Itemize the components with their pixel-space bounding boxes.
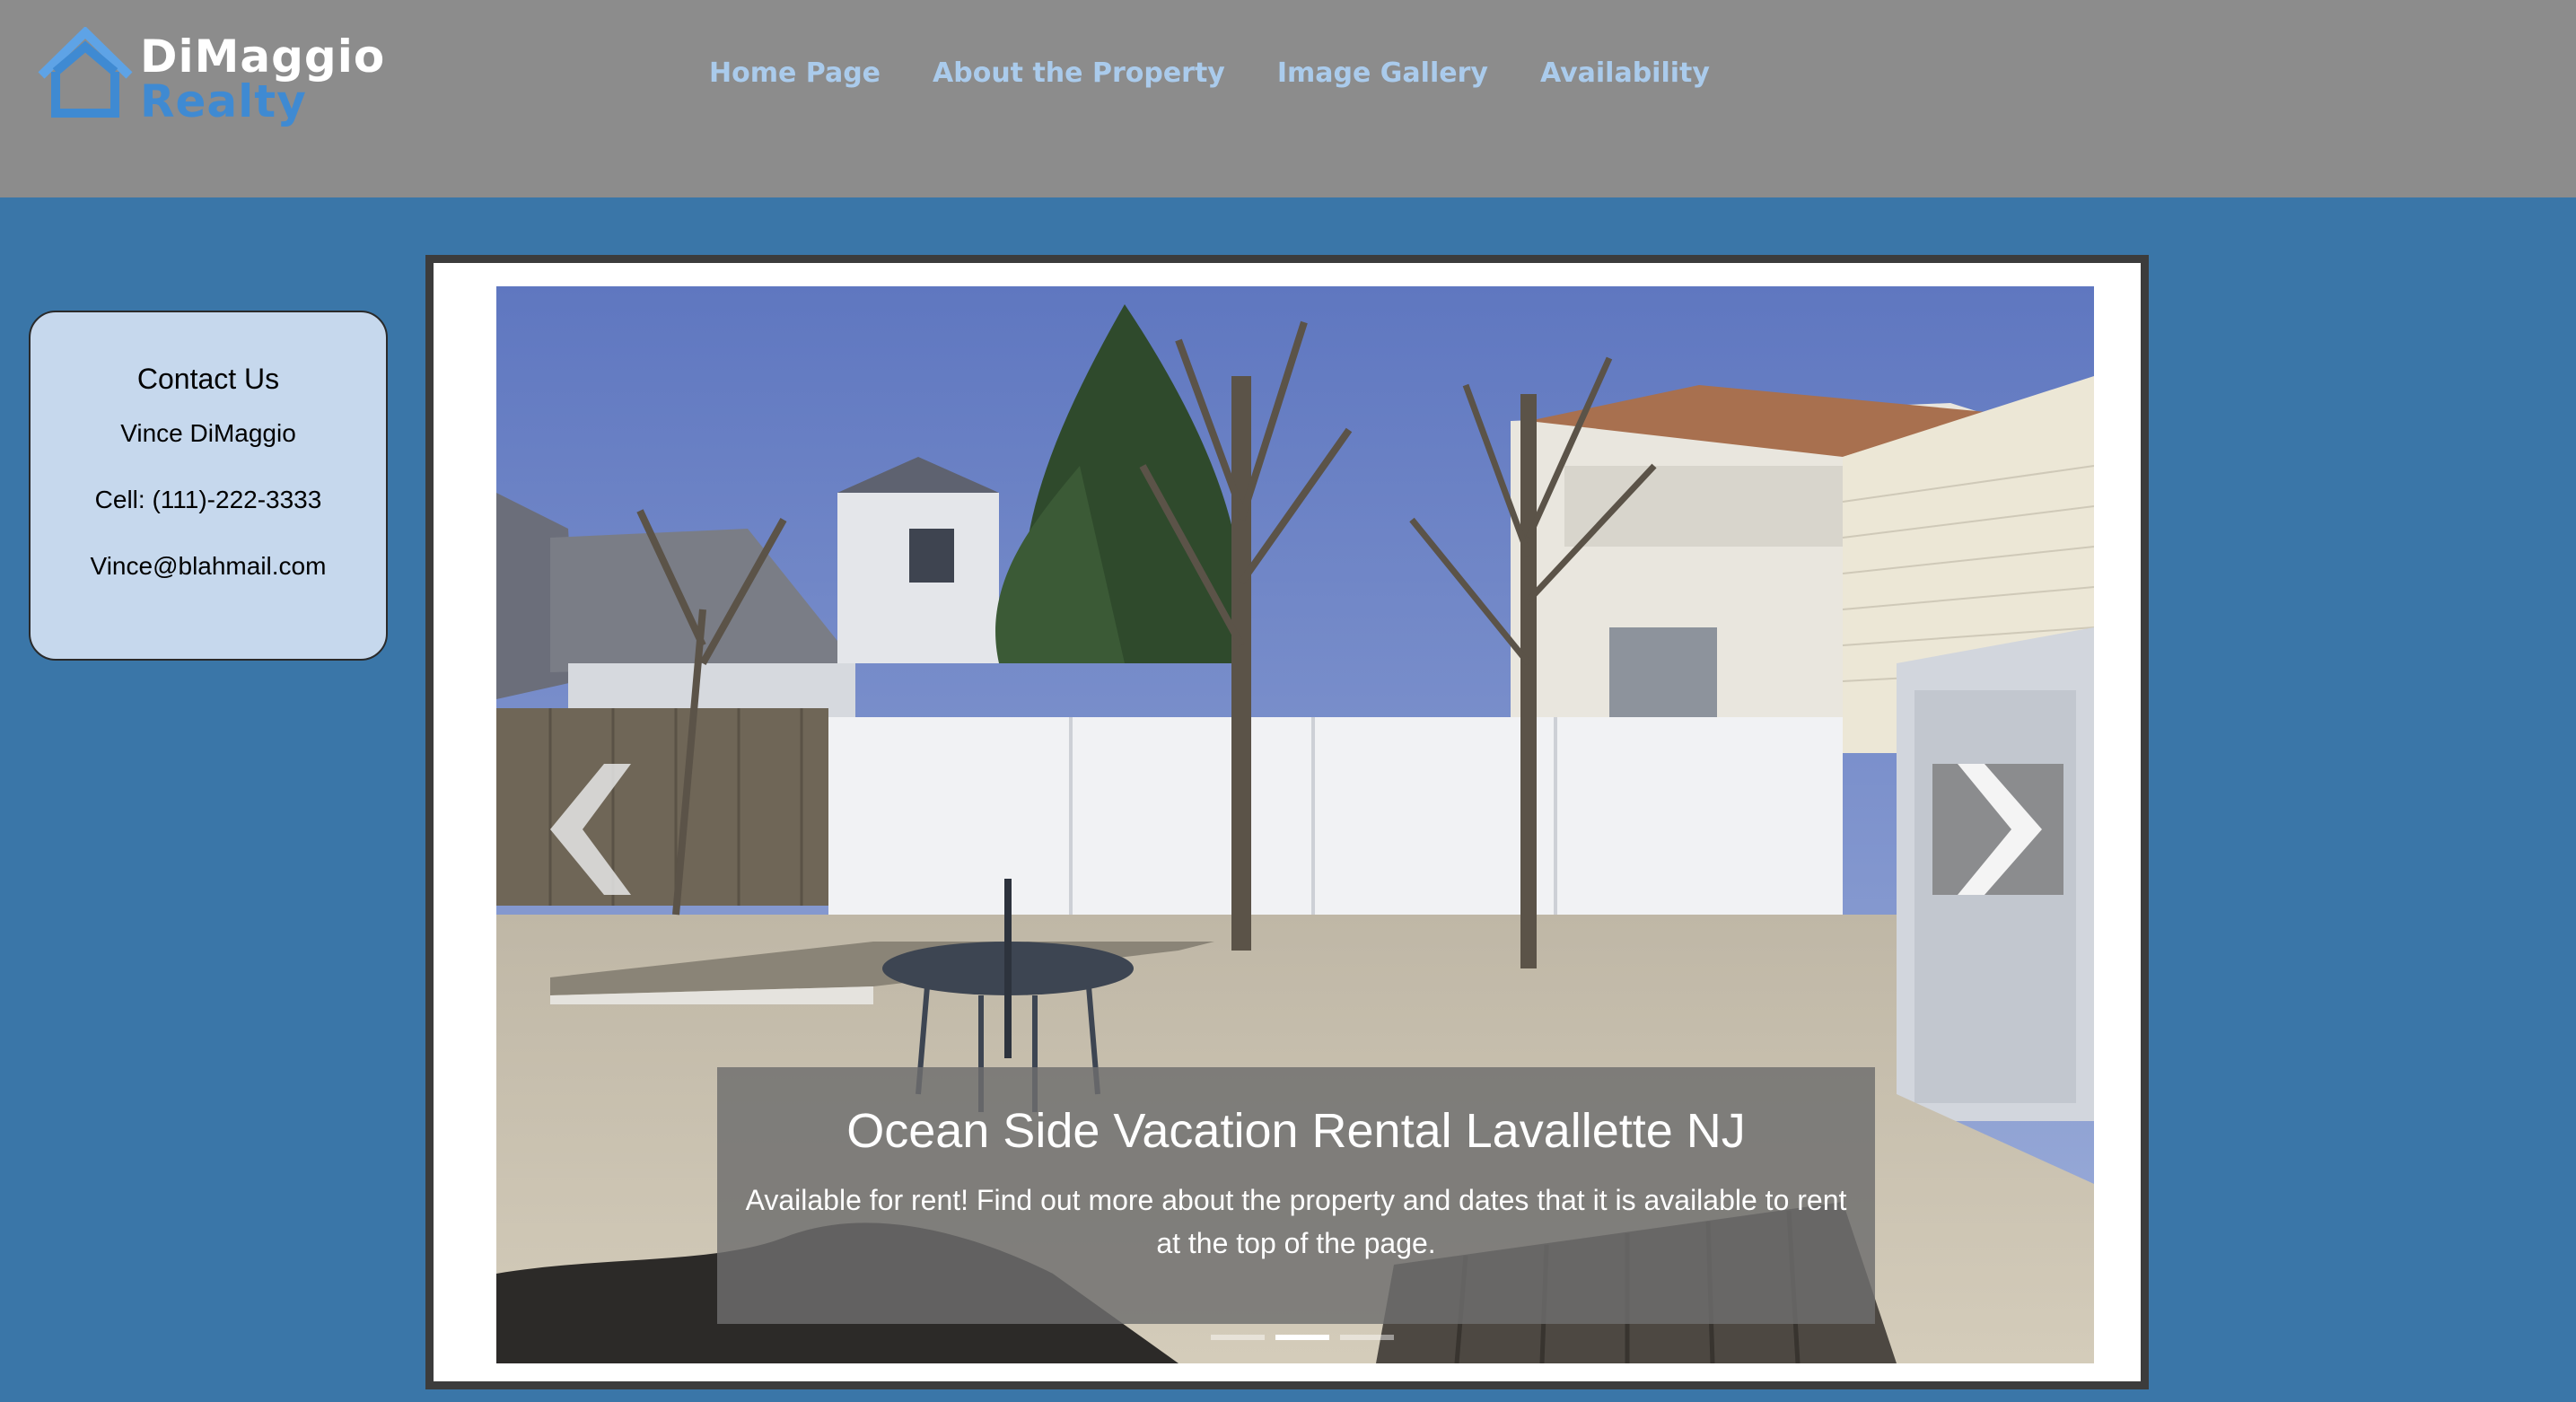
contact-name: Vince DiMaggio xyxy=(120,419,296,447)
contact-card: Contact Us Vince DiMaggio Cell: (111)-22… xyxy=(29,311,388,661)
site-header: DiMaggio Realty Home Page About the Prop… xyxy=(0,0,2576,197)
carousel-indicators xyxy=(1205,1335,1399,1340)
nav-about-the-property[interactable]: About the Property xyxy=(933,57,1225,97)
nav-image-gallery[interactable]: Image Gallery xyxy=(1277,57,1488,97)
nav-availability[interactable]: Availability xyxy=(1540,57,1710,97)
carousel-indicator[interactable] xyxy=(1275,1335,1329,1340)
carousel-indicator[interactable] xyxy=(1211,1335,1265,1340)
carousel-caption: Ocean Side Vacation Rental Lavallette NJ… xyxy=(717,1067,1875,1324)
caption-title: Ocean Side Vacation Rental Lavallette NJ xyxy=(846,1104,1746,1158)
carousel-next-button[interactable] xyxy=(1932,764,2063,895)
nav-home-page[interactable]: Home Page xyxy=(709,57,881,97)
house-icon xyxy=(38,27,133,118)
contact-email: Vince@blahmail.com xyxy=(90,552,327,580)
chevron-right-icon xyxy=(1958,764,2042,895)
main-nav: Home Page About the Property Image Galle… xyxy=(709,57,1762,97)
contact-title: Contact Us xyxy=(136,363,280,395)
image-carousel: Ocean Side Vacation Rental Lavallette NJ… xyxy=(425,255,2149,1389)
caption-text: Available for rent! Find out more about … xyxy=(745,1184,1847,1259)
chevron-left-icon xyxy=(550,764,631,895)
carousel-prev-button[interactable] xyxy=(541,764,672,895)
carousel-indicator[interactable] xyxy=(1340,1335,1394,1340)
carousel-slide-image: Ocean Side Vacation Rental Lavallette NJ… xyxy=(496,286,2094,1363)
site-logo[interactable]: DiMaggio Realty xyxy=(36,27,384,127)
logo-name-bottom: Realty xyxy=(140,75,307,127)
contact-cell: Cell: (111)-222-3333 xyxy=(94,486,322,513)
